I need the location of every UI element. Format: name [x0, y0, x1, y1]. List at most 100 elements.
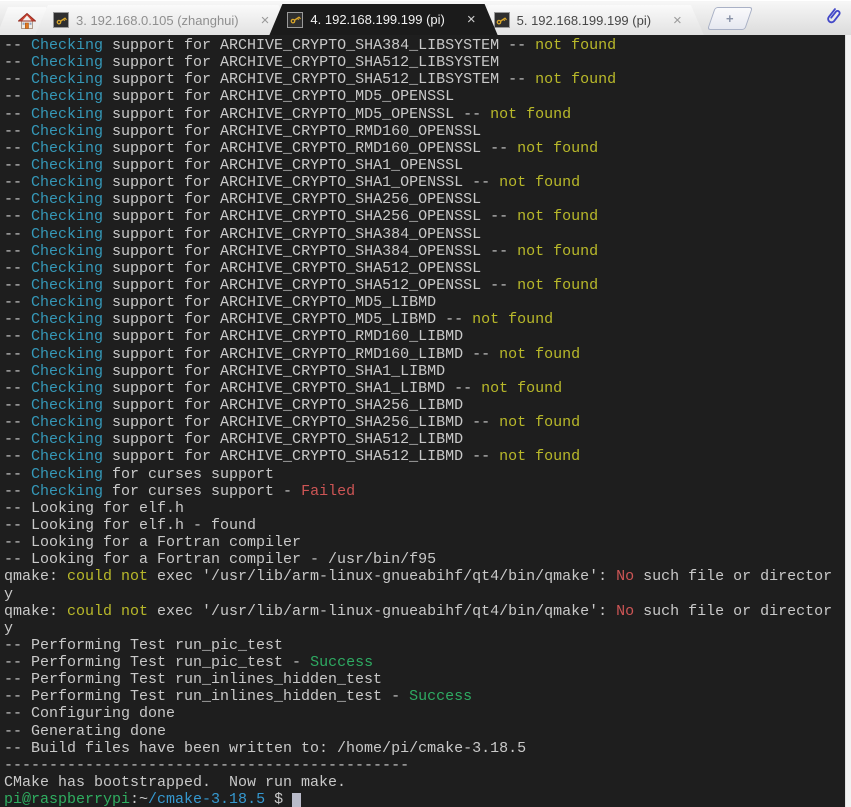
- terminal-text-segment: support for ARCHIVE_CRYPTO_SHA256_OPENSS…: [103, 208, 518, 226]
- terminal-text-segment: not found: [517, 242, 599, 260]
- terminal-text-segment: -- Performing Test run_pic_test: [4, 636, 284, 654]
- terminal-line: -- Checking support for ARCHIVE_CRYPTO_M…: [4, 106, 843, 123]
- terminal-window: 3. 192.168.0.105 (zhanghui) × 4. 192.168…: [0, 0, 851, 807]
- ssh-key-icon: [494, 12, 510, 28]
- terminal-text-segment: Checking: [31, 276, 104, 294]
- terminal-text-segment: support for ARCHIVE_CRYPTO_SHA384_OPENSS…: [103, 242, 518, 260]
- terminal-text-segment: Checking: [31, 105, 104, 123]
- terminal-cursor: [292, 793, 302, 807]
- terminal-text-segment: --: [4, 345, 32, 363]
- terminal-line: -- Checking support for ARCHIVE_CRYPTO_M…: [4, 294, 843, 311]
- close-tab-icon[interactable]: ×: [455, 12, 476, 27]
- terminal-text-segment: for curses support: [103, 465, 275, 483]
- paperclip-icon[interactable]: [823, 5, 843, 29]
- terminal-line: -- Checking support for ARCHIVE_CRYPTO_S…: [4, 191, 843, 208]
- new-tab-button[interactable]: +: [706, 7, 753, 30]
- terminal-line: -- Checking support for ARCHIVE_CRYPTO_S…: [4, 71, 843, 88]
- terminal-line: -- Checking support for ARCHIVE_CRYPTO_S…: [4, 243, 843, 260]
- terminal-line: ----------------------------------------…: [4, 757, 843, 774]
- terminal-text-segment: Checking: [31, 174, 104, 192]
- terminal-text-segment: -- Performing Test run_inlines_hidden_te…: [4, 688, 410, 706]
- terminal-line: -- Looking for a Fortran compiler: [4, 534, 843, 551]
- close-tab-icon[interactable]: ×: [661, 13, 682, 28]
- terminal-text-segment: --: [4, 414, 32, 432]
- terminal-text-segment: -- Looking for elf.h: [4, 499, 185, 517]
- terminal-line: -- Performing Test run_inlines_hidden_te…: [4, 671, 843, 688]
- terminal-text-segment: Checking: [31, 88, 104, 106]
- terminal-text-segment: Checking: [31, 362, 104, 380]
- tab-session-4[interactable]: 4. 192.168.199.199 (pi) ×: [269, 4, 497, 35]
- close-tab-icon[interactable]: ×: [249, 13, 270, 28]
- terminal-line: -- Performing Test run_inlines_hidden_te…: [4, 688, 843, 705]
- terminal-line: -- Checking support for ARCHIVE_CRYPTO_R…: [4, 123, 843, 140]
- terminal-text-segment: Checking: [31, 465, 104, 483]
- terminal-text-segment: Checking: [31, 242, 104, 260]
- terminal-text-segment: not found: [490, 105, 572, 123]
- terminal-line: y: [4, 620, 843, 637]
- terminal-line: -- Checking support for ARCHIVE_CRYPTO_S…: [4, 208, 843, 225]
- terminal-text-segment: Failed: [301, 482, 356, 500]
- terminal-text-segment: Checking: [31, 259, 104, 277]
- terminal-text-segment: support for ARCHIVE_CRYPTO_MD5_LIBMD: [103, 294, 437, 312]
- terminal-text-segment: y: [4, 585, 14, 603]
- terminal-text-segment: not found: [535, 71, 617, 89]
- terminal-text-segment: Checking: [31, 431, 104, 449]
- terminal-text-segment: No: [616, 602, 635, 620]
- terminal-text-segment: Success: [409, 688, 473, 706]
- scrollbar-track[interactable]: [845, 35, 851, 807]
- terminal-text-segment: support for ARCHIVE_CRYPTO_SHA256_OPENSS…: [103, 191, 482, 209]
- terminal-line: -- Checking support for ARCHIVE_CRYPTO_S…: [4, 174, 843, 191]
- tab-session-3[interactable]: 3. 192.168.0.105 (zhanghui) ×: [35, 5, 291, 35]
- terminal-line: -- Checking support for ARCHIVE_CRYPTO_R…: [4, 328, 843, 345]
- terminal-text-segment: --: [4, 105, 32, 123]
- terminal-text-segment: support for ARCHIVE_CRYPTO_SHA384_OPENSS…: [103, 225, 482, 243]
- terminal-text-segment: --: [4, 259, 32, 277]
- terminal-text-segment: support for ARCHIVE_CRYPTO_RMD160_OPENSS…: [103, 122, 482, 140]
- tab-session-5[interactable]: 5. 192.168.199.199 (pi) ×: [476, 5, 704, 35]
- terminal-line: -- Checking support for ARCHIVE_CRYPTO_S…: [4, 157, 843, 174]
- terminal-text-segment: support for ARCHIVE_CRYPTO_RMD160_LIBMD: [103, 328, 464, 346]
- terminal-line: qmake: could not exec '/usr/lib/arm-linu…: [4, 603, 843, 620]
- terminal-text-segment: for curses support -: [103, 482, 302, 500]
- terminal-text-segment: --: [4, 88, 32, 106]
- terminal-text-segment: --: [4, 54, 32, 72]
- terminal-line: -- Looking for elf.h: [4, 500, 843, 517]
- terminal-text-segment: Checking: [31, 379, 104, 397]
- terminal-line: y: [4, 586, 843, 603]
- terminal-text-segment: --: [4, 156, 32, 174]
- terminal-screen[interactable]: -- Checking support for ARCHIVE_CRYPTO_S…: [0, 35, 851, 807]
- terminal-text-segment: Checking: [31, 311, 104, 329]
- terminal-text-segment: --: [4, 208, 32, 226]
- terminal-line: CMake has bootstrapped. Now run make.: [4, 774, 843, 791]
- terminal-text-segment: could not: [67, 602, 149, 620]
- terminal-text-segment: Checking: [31, 191, 104, 209]
- terminal-line: -- Checking support for ARCHIVE_CRYPTO_M…: [4, 311, 843, 328]
- terminal-text-segment: -- Looking for a Fortran compiler: [4, 534, 302, 552]
- terminal-line: -- Checking support for ARCHIVE_CRYPTO_M…: [4, 88, 843, 105]
- tab-label: 4. 192.168.199.199 (pi): [310, 12, 445, 27]
- ssh-key-icon: [287, 12, 303, 28]
- terminal-text-segment: support for ARCHIVE_CRYPTO_SHA256_LIBMD: [103, 396, 464, 414]
- terminal-text-segment: :~: [130, 791, 149, 807]
- terminal-text-segment: Checking: [31, 294, 104, 312]
- terminal-text-segment: y: [4, 619, 14, 637]
- terminal-text-segment: --: [4, 294, 32, 312]
- terminal-text-segment: --: [4, 396, 32, 414]
- terminal-line: -- Checking support for ARCHIVE_CRYPTO_S…: [4, 260, 843, 277]
- terminal-text-segment: -- Performing Test run_pic_test -: [4, 654, 311, 672]
- terminal-text-segment: not found: [499, 414, 581, 432]
- tab-bar: 3. 192.168.0.105 (zhanghui) × 4. 192.168…: [0, 0, 851, 35]
- terminal-text-segment: --: [4, 311, 32, 329]
- terminal-line: -- Checking support for ARCHIVE_CRYPTO_S…: [4, 277, 843, 294]
- terminal-text-segment: --: [4, 362, 32, 380]
- tab-label: 3. 192.168.0.105 (zhanghui): [76, 12, 239, 28]
- terminal-text-segment: --: [4, 174, 32, 192]
- terminal-text-segment: qmake:: [4, 568, 68, 586]
- terminal-text-segment: support for ARCHIVE_CRYPTO_SHA512_LIBSYS…: [103, 54, 500, 72]
- terminal-text-segment: not found: [535, 37, 617, 54]
- terminal-text-segment: ----------------------------------------…: [4, 756, 410, 774]
- terminal-line: -- Checking support for ARCHIVE_CRYPTO_S…: [4, 397, 843, 414]
- terminal-text-segment: -- Configuring done: [4, 705, 176, 723]
- terminal-text-segment: -- Performing Test run_inlines_hidden_te…: [4, 671, 383, 689]
- terminal-text-segment: Checking: [31, 345, 104, 363]
